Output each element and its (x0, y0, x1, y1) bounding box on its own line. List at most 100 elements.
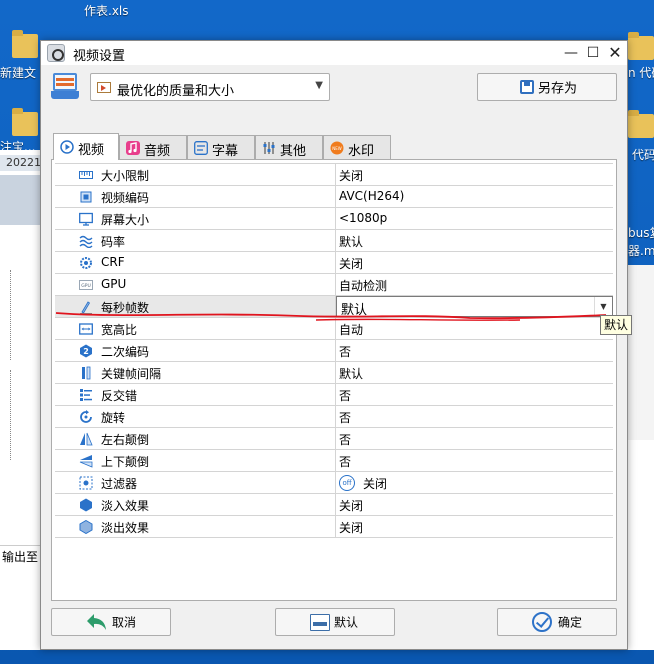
tab-watermark[interactable]: NEW 水印 (323, 135, 391, 159)
ok-button[interactable]: 确定 (497, 608, 617, 636)
chevron-down-icon: ▼ (315, 80, 323, 91)
pencil-icon (80, 301, 92, 314)
setting-row-aspect-ratio[interactable]: 宽高比 自动 (55, 318, 613, 340)
setting-value[interactable]: 否 (339, 409, 351, 426)
background-app-pane-right-2 (628, 440, 654, 650)
maximize-button[interactable]: ☐ (581, 41, 605, 65)
setting-name: 每秒帧数 (101, 301, 150, 315)
cancel-button[interactable]: 取消 (51, 608, 171, 636)
setting-row-crf[interactable]: CRF 关闭 (55, 252, 613, 274)
background-date: 20221 (0, 155, 40, 171)
tooltip: 默认 (600, 315, 633, 335)
desktop-folder-label[interactable]: 新建文 (0, 64, 36, 81)
tab-subtitle[interactable]: 字幕 (187, 135, 255, 159)
profile-selected-value: 最优化的质量和大小 (117, 84, 235, 99)
desktop-right-label-3[interactable]: bus复 (628, 224, 654, 241)
checkmark-icon (532, 612, 552, 632)
setting-row-flip-vertical[interactable]: 上下颠倒 否 (55, 450, 613, 472)
setting-value[interactable]: 否 (339, 431, 351, 448)
deinterlace-icon (80, 389, 92, 401)
flip-vertical-icon (79, 455, 93, 468)
window-title: 视频设置 (73, 49, 126, 64)
ok-label: 确定 (558, 615, 583, 630)
svg-text:2: 2 (83, 347, 89, 356)
fps-select[interactable]: 默认 ▼ (336, 296, 613, 318)
toggle-off-icon[interactable]: off (339, 475, 355, 491)
subtitle-icon (194, 141, 208, 155)
default-button[interactable]: 默认 (275, 608, 395, 636)
setting-value[interactable]: 否 (339, 387, 351, 404)
setting-name: CRF (101, 255, 125, 269)
setting-row-rotate[interactable]: 旋转 否 (55, 406, 613, 428)
waves-icon (79, 235, 93, 248)
setting-value[interactable]: <1080p (339, 211, 387, 225)
tab-other[interactable]: 其他 (255, 135, 323, 159)
setting-value[interactable]: 关闭 (363, 475, 387, 492)
cancel-label: 取消 (112, 615, 137, 630)
setting-value[interactable]: 关闭 (339, 167, 363, 184)
setting-name: GPU (101, 277, 127, 291)
setting-row-keyframe-interval[interactable]: 关键帧间隔 默认 (55, 362, 613, 384)
setting-value[interactable]: 默认 (339, 233, 363, 250)
watermark-icon: NEW (330, 141, 344, 155)
setting-name: 二次编码 (101, 345, 150, 359)
save-as-button[interactable]: 另存为 (477, 73, 617, 101)
setting-row-screen-size[interactable]: 屏幕大小 <1080p (55, 208, 613, 230)
setting-row-fade-in[interactable]: 淡入效果 关闭 (55, 494, 613, 516)
close-button[interactable]: ✕ (603, 41, 627, 65)
desktop-right-label-1[interactable]: n 代码 (628, 64, 654, 81)
desktop-right-label-2[interactable]: 代码 (632, 146, 654, 163)
setting-row-fade-out[interactable]: 淡出效果 关闭 (55, 516, 613, 538)
tab-video[interactable]: 视频 (53, 133, 119, 160)
setting-value[interactable]: 关闭 (339, 519, 363, 536)
setting-row-deinterlace[interactable]: 反交错 否 (55, 384, 613, 406)
setting-row-bitrate[interactable]: 码率 默认 (55, 230, 613, 252)
profile-icon (51, 73, 79, 101)
setting-value[interactable]: 否 (339, 343, 351, 360)
setting-name: 过滤器 (101, 477, 138, 491)
desktop-file-label[interactable]: 作表.xls (84, 2, 129, 19)
background-app-pane-right (628, 265, 654, 445)
setting-value[interactable]: 自动 (339, 321, 363, 338)
desktop-folder-icon-right[interactable] (628, 32, 654, 60)
title-bar[interactable]: 视频设置 — ☐ ✕ (41, 41, 627, 65)
svg-text:NEW: NEW (332, 146, 342, 151)
desktop-folder-icon-right-2[interactable] (628, 110, 654, 138)
desktop-right-label-4[interactable]: 器.mp (628, 242, 654, 259)
music-icon (126, 141, 140, 155)
setting-value[interactable]: 关闭 (339, 497, 363, 514)
setting-value[interactable]: 默认 (339, 365, 363, 382)
setting-name: 关键帧间隔 (101, 367, 162, 381)
setting-name: 左右颠倒 (101, 433, 150, 447)
tab-audio-label: 音频 (144, 144, 171, 159)
setting-value[interactable]: AVC(H264) (339, 189, 404, 203)
setting-value[interactable]: 自动检测 (339, 277, 387, 294)
setting-row-two-pass[interactable]: 2 二次编码 否 (55, 340, 613, 362)
setting-row-flip-horizontal[interactable]: 左右颠倒 否 (55, 428, 613, 450)
save-icon (520, 80, 534, 94)
rotate-icon (80, 410, 92, 423)
setting-name: 淡入效果 (101, 499, 150, 513)
profile-select[interactable]: 最优化的质量和大小 ▼ (90, 73, 330, 101)
setting-row-size-limit[interactable]: 大小限制 关闭 (55, 164, 613, 186)
gear-icon (80, 257, 92, 269)
chevron-down-icon[interactable]: ▼ (594, 297, 612, 316)
monitor-icon (79, 212, 93, 226)
setting-value[interactable]: 否 (339, 453, 351, 470)
setting-row-video-codec[interactable]: 视频编码 AVC(H264) (55, 186, 613, 208)
tab-audio[interactable]: 音频 (119, 135, 187, 159)
settings-grid: 大小限制 关闭 视频编码 AVC(H264) 屏幕大小 <1080p 码率 默认… (55, 163, 613, 538)
flip-horizontal-icon (80, 432, 93, 446)
setting-row-gpu[interactable]: GPU GPU 自动检测 (55, 274, 613, 296)
tab-watermark-label: 水印 (348, 144, 375, 159)
two-pass-icon: 2 (80, 344, 92, 358)
app-icon (47, 44, 65, 62)
minimize-button[interactable]: — (559, 41, 583, 65)
tab-subtitle-label: 字幕 (212, 144, 239, 159)
desktop-folder-icon-2[interactable] (12, 108, 38, 136)
setting-row-fps[interactable]: 每秒帧数 默认 ▼ (55, 296, 613, 318)
video-settings-dialog: 视频设置 — ☐ ✕ 最优化的质量和大小 ▼ 另存为 视频 音频 字幕 其他 N… (40, 40, 628, 650)
setting-value[interactable]: 关闭 (339, 255, 363, 272)
setting-row-filter[interactable]: 过滤器 off 关闭 (55, 472, 613, 494)
desktop-folder-icon[interactable] (12, 30, 38, 58)
